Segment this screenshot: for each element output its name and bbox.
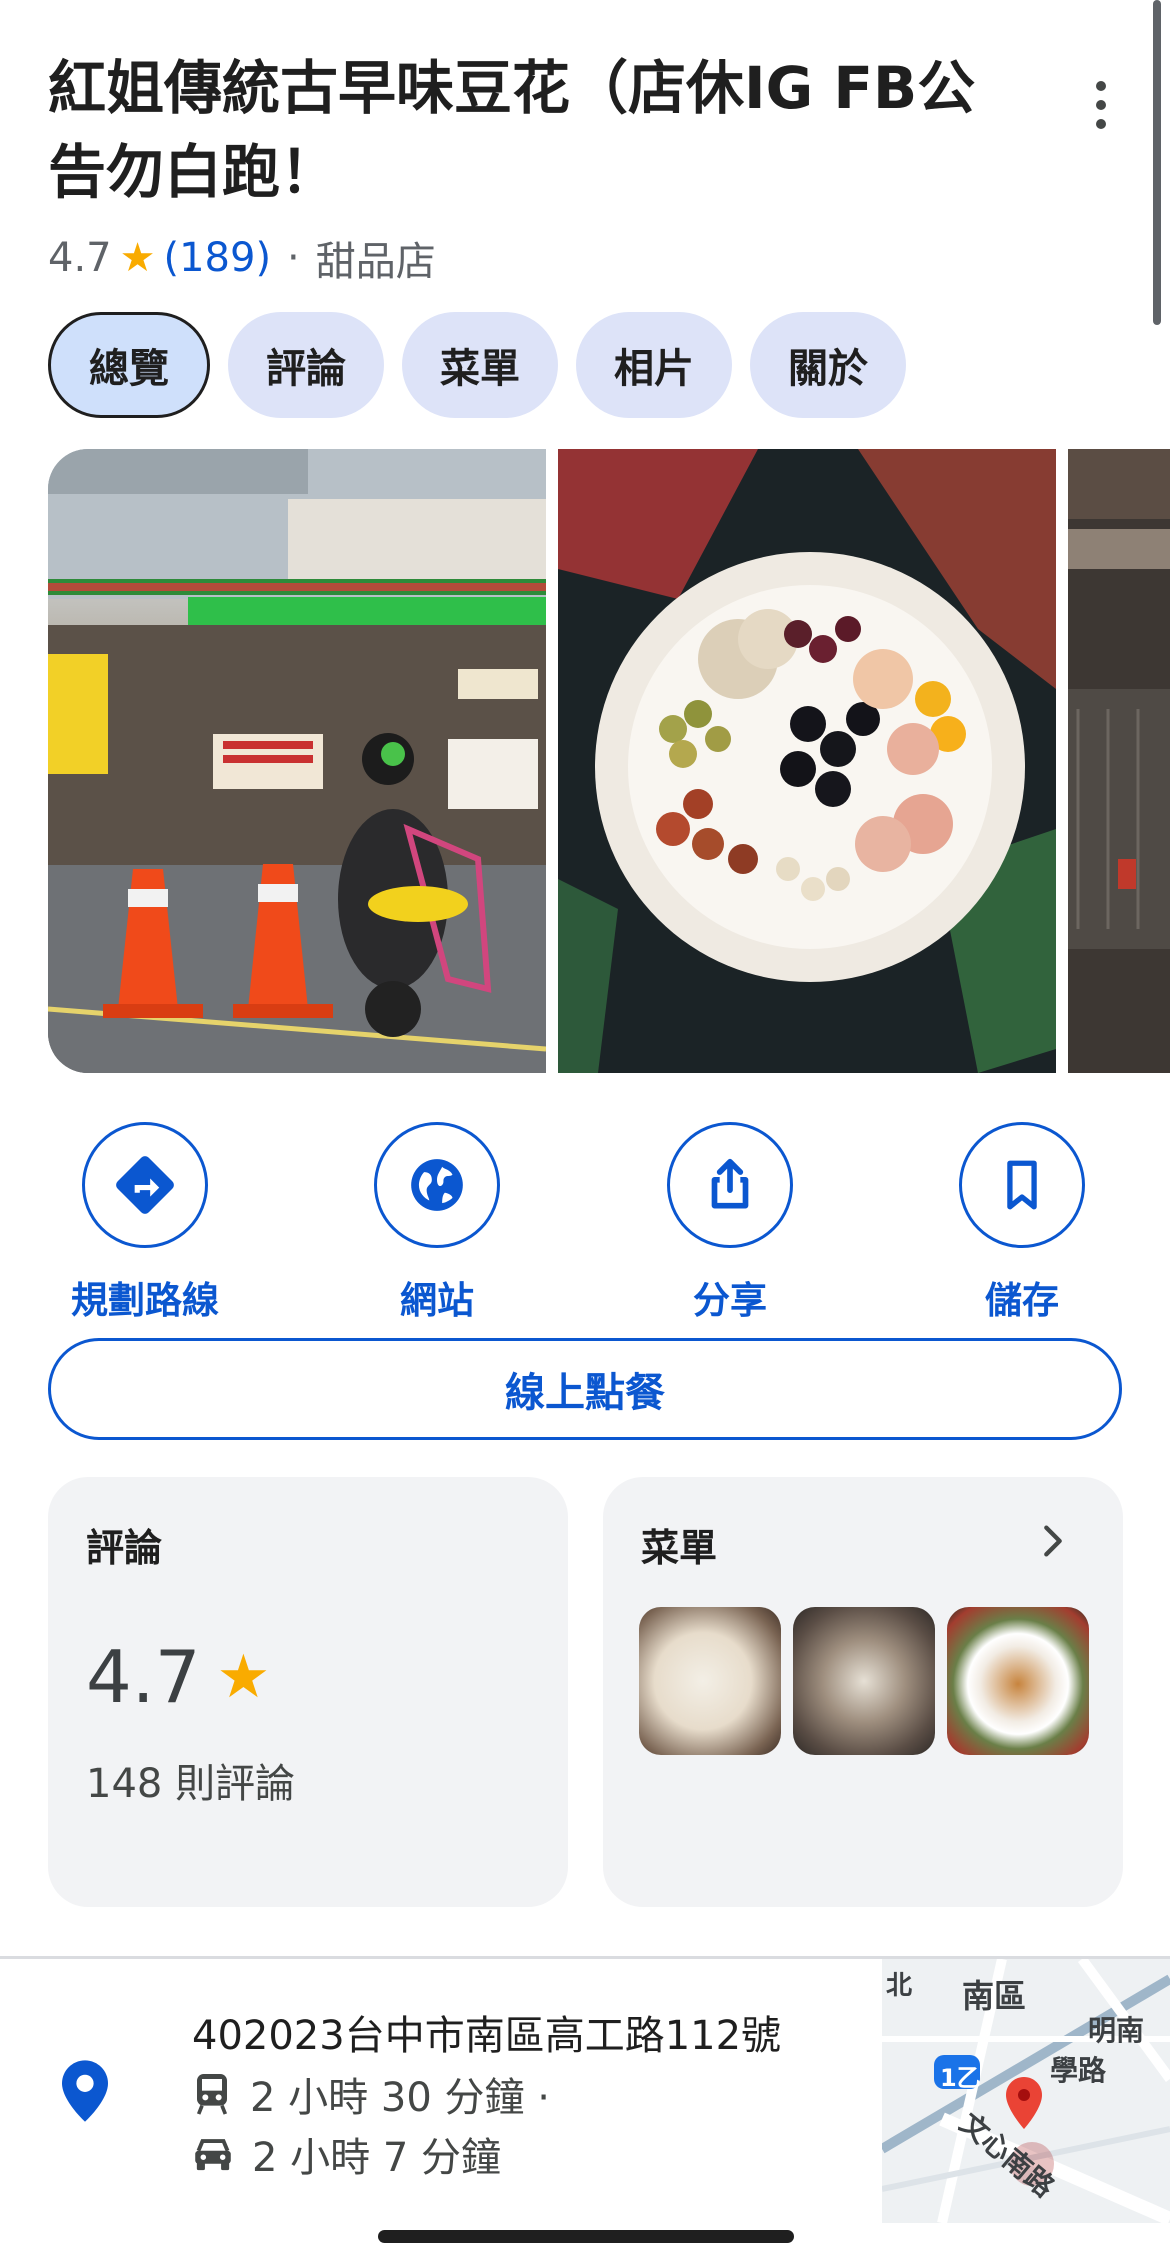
website-action[interactable]: 網站 <box>327 1122 547 1324</box>
map-label: 北 <box>886 1971 913 2001</box>
place-category: 甜品店 <box>315 239 436 285</box>
map-thumbnail[interactable]: 南區 明南 學路 文心南路 北 1乙 <box>882 1959 1170 2223</box>
scrollbar[interactable] <box>1153 0 1161 325</box>
bookmark-icon <box>1007 1160 1037 1210</box>
rating-value: 4.7 <box>48 235 112 281</box>
menu-thumbnail[interactable] <box>793 1607 935 1755</box>
save-label: 儲存 <box>985 1279 1059 1322</box>
share-label: 分享 <box>693 1279 767 1322</box>
drive-time: 2 小時 7 分鐘 <box>192 2126 501 2182</box>
review-count-link[interactable]: (189) <box>163 235 271 281</box>
directions-button[interactable] <box>82 1122 208 1248</box>
tab-about[interactable]: 關於 <box>750 312 906 418</box>
globe-icon <box>411 1159 463 1211</box>
more-dot <box>1096 81 1106 91</box>
location-pin-icon <box>62 2060 108 2122</box>
home-indicator[interactable] <box>378 2230 794 2243</box>
star-icon: ★ <box>216 1642 271 1712</box>
tab-bar: 總覽 評論 菜單 相片 關於 <box>48 312 906 418</box>
tab-reviews[interactable]: 評論 <box>228 312 384 418</box>
share-button[interactable] <box>667 1122 793 1248</box>
share-action[interactable]: 分享 <box>620 1122 840 1324</box>
directions-action[interactable]: 規劃路線 <box>35 1122 255 1324</box>
more-options-button[interactable] <box>1076 70 1126 140</box>
reviews-card[interactable]: 評論 4.7 ★ 148 則評論 <box>48 1477 568 1907</box>
map-label: 南區 <box>962 1977 1027 2015</box>
tab-photos[interactable]: 相片 <box>576 312 732 418</box>
directions-icon <box>116 1156 174 1214</box>
save-action[interactable]: 儲存 <box>912 1122 1132 1324</box>
action-bar: 規劃路線 網站 分享 儲存 <box>0 1122 1170 1322</box>
website-button[interactable] <box>374 1122 500 1248</box>
meta-separator: · <box>287 235 300 281</box>
reviews-card-title: 評論 <box>86 1526 163 1570</box>
transit-time-text: 2 小時 30 分鐘 · <box>250 2075 550 2121</box>
tab-overview[interactable]: 總覽 <box>48 312 210 418</box>
directions-label: 規劃路線 <box>71 1279 219 1322</box>
menu-thumbnail[interactable] <box>947 1607 1089 1755</box>
star-icon: ★ <box>119 235 156 281</box>
save-button[interactable] <box>959 1122 1085 1248</box>
more-dot <box>1096 100 1106 110</box>
chevron-right-icon[interactable] <box>1033 1521 1073 1561</box>
menu-card[interactable]: 菜單 <box>603 1477 1123 1907</box>
website-label: 網站 <box>400 1279 474 1322</box>
car-icon <box>195 2139 231 2171</box>
place-meta: 4.7 ★ (189) · 甜品店 <box>48 228 436 288</box>
train-icon <box>196 2074 228 2115</box>
menu-thumbnails <box>639 1607 1089 1755</box>
menu-card-title: 菜單 <box>641 1526 718 1570</box>
place-title: 紅姐傳統古早味豆花（店休IG FB公告勿白跑！ <box>48 54 976 206</box>
map-label: 學路 <box>1050 2054 1107 2087</box>
dessert-bowl-photo[interactable] <box>558 449 1056 1073</box>
map-label: 明南 <box>1088 2014 1145 2047</box>
storefront-photo[interactable] <box>48 449 546 1073</box>
partial-photo[interactable] <box>1068 449 1170 1073</box>
reviews-rating-value: 4.7 <box>86 1635 201 1719</box>
drive-time-text: 2 小時 7 分鐘 <box>252 2135 502 2181</box>
order-online-button[interactable]: 線上點餐 <box>48 1338 1122 1440</box>
transit-time: 2 小時 30 分鐘 · <box>192 2066 550 2122</box>
share-icon <box>711 1158 749 1209</box>
more-dot <box>1096 119 1106 129</box>
menu-thumbnail[interactable] <box>639 1607 781 1755</box>
photo-carousel[interactable] <box>48 449 1170 1073</box>
route-badge: 1乙 <box>940 2064 981 2092</box>
address-text[interactable]: 402023台中市南區高工路112號 <box>192 2003 781 2061</box>
reviews-count: 148 則評論 <box>86 1761 296 1807</box>
tab-menu[interactable]: 菜單 <box>402 312 558 418</box>
reviews-rating: 4.7 ★ <box>86 1635 270 1719</box>
